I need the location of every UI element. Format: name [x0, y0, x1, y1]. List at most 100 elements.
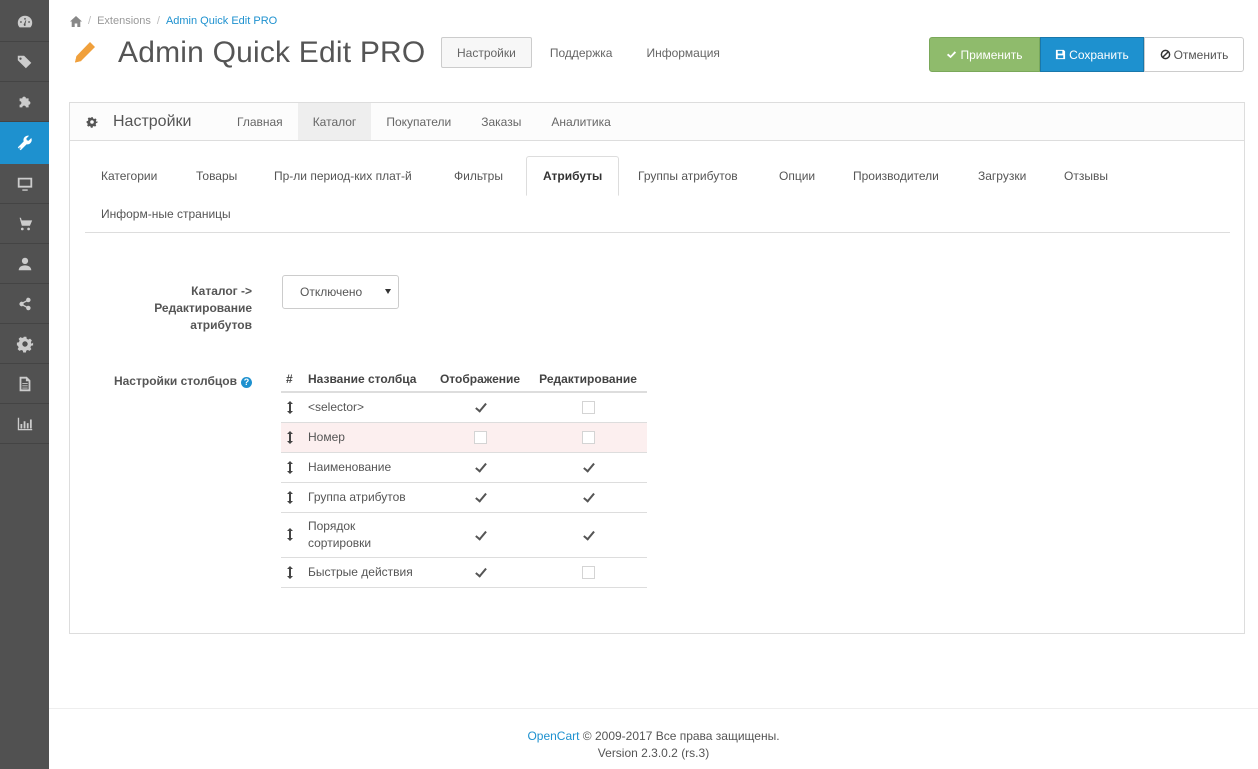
- subtab-information-pages[interactable]: Информ-ные страницы: [85, 194, 247, 233]
- subtab-filters[interactable]: Фильтры: [438, 156, 519, 195]
- arrows-v-icon: [287, 490, 293, 504]
- display-cell: [431, 557, 529, 588]
- breadcrumb-extensions[interactable]: Extensions: [97, 15, 151, 27]
- edit-checkbox[interactable]: [581, 431, 595, 445]
- display-cell: [431, 392, 529, 423]
- table-row: Номер: [281, 422, 647, 453]
- edit-checkbox[interactable]: [581, 461, 595, 475]
- catalog-sub-tabs: Категории Товары Пр-ли период-ких плат-й…: [85, 156, 1230, 233]
- user-icon: [18, 257, 31, 270]
- sidebar-item-sales[interactable]: [0, 204, 49, 244]
- tab-orders[interactable]: Заказы: [466, 103, 536, 140]
- page-title: Admin Quick Edit PRO: [118, 36, 426, 69]
- arrows-v-icon: [287, 565, 293, 579]
- wrench-icon: [17, 135, 32, 150]
- table-header-row: # Название столбца Отображение Редактиро…: [281, 366, 647, 393]
- subtab-recurring[interactable]: Пр-ли период-ких плат-й: [258, 156, 428, 195]
- check-icon: [947, 51, 957, 59]
- column-name: Номер: [303, 422, 431, 453]
- subtab-products[interactable]: Товары: [180, 156, 253, 195]
- opencart-link[interactable]: OpenCart: [527, 729, 579, 743]
- apply-button-label: Применить: [960, 47, 1023, 62]
- drag-handle[interactable]: [281, 422, 303, 453]
- share-icon: [18, 297, 31, 310]
- sidebar-item-customers[interactable]: [0, 244, 49, 284]
- sidebar-item-catalog[interactable]: [0, 42, 49, 82]
- settings-panel: Настройки Главная Каталог Покупатели Зак…: [69, 102, 1245, 634]
- column-header-index: #: [281, 366, 303, 393]
- subtab-attribute-groups[interactable]: Группы атрибутов: [622, 156, 754, 195]
- subtab-attributes[interactable]: Атрибуты: [526, 156, 620, 196]
- drag-handle[interactable]: [281, 392, 303, 423]
- display-checkbox[interactable]: [473, 401, 487, 415]
- dashboard-icon: [17, 15, 32, 27]
- drag-handle[interactable]: [281, 452, 303, 483]
- caret-down-icon: [385, 289, 391, 294]
- sidebar-item-extensions[interactable]: [0, 82, 49, 122]
- attribute-edit-label: Каталог -> Редактирование атрибутов: [110, 283, 252, 334]
- edit-checkbox[interactable]: [581, 528, 595, 542]
- save-button[interactable]: Сохранить: [1040, 37, 1144, 72]
- subtab-reviews[interactable]: Отзывы: [1048, 156, 1124, 195]
- attribute-edit-value: Отключено: [300, 285, 363, 299]
- sidebar-item-reports[interactable]: [0, 404, 49, 444]
- display-checkbox[interactable]: [473, 461, 487, 475]
- sidebar-item-maintenance[interactable]: [0, 364, 49, 404]
- attribute-edit-select[interactable]: Отключено: [282, 275, 399, 309]
- display-checkbox[interactable]: [473, 566, 487, 580]
- tab-main[interactable]: Главная: [222, 103, 298, 140]
- drag-handle[interactable]: [281, 512, 303, 558]
- tab-analytics[interactable]: Аналитика: [536, 103, 625, 140]
- columns-table: # Название столбца Отображение Редактиро…: [281, 366, 647, 588]
- save-button-label: Сохранить: [1069, 47, 1129, 62]
- tab-information[interactable]: Информация: [630, 37, 735, 68]
- tab-support[interactable]: Поддержка: [534, 37, 629, 68]
- breadcrumb-current[interactable]: Admin Quick Edit PRO: [166, 15, 277, 27]
- sidebar-item-marketing[interactable]: [0, 284, 49, 324]
- column-name: <selector>: [303, 392, 431, 423]
- edit-checkbox[interactable]: [581, 491, 595, 505]
- home-icon[interactable]: [70, 15, 82, 27]
- subtab-options[interactable]: Опции: [763, 156, 831, 195]
- sidebar-item-design[interactable]: [0, 122, 49, 164]
- sidebar-item-system[interactable]: [0, 164, 49, 204]
- breadcrumb-separator: /: [88, 15, 92, 27]
- table-row: Группа атрибутов: [281, 482, 647, 513]
- cancel-button-label: Отменить: [1173, 47, 1229, 62]
- columns-settings-label: Настройки столбцов?: [90, 373, 252, 390]
- sidebar-item-dashboard[interactable]: [0, 2, 49, 42]
- edit-checkbox[interactable]: [581, 401, 595, 415]
- display-checkbox[interactable]: [473, 528, 487, 542]
- tab-catalog[interactable]: Каталог: [297, 103, 372, 140]
- breadcrumb-separator: /: [156, 15, 160, 27]
- edit-cell: [529, 452, 647, 483]
- edit-cell: [529, 422, 647, 453]
- apply-button[interactable]: Применить: [929, 37, 1040, 72]
- cart-icon: [16, 217, 32, 230]
- arrows-v-icon: [287, 430, 293, 444]
- drag-handle[interactable]: [281, 482, 303, 513]
- drag-handle[interactable]: [281, 557, 303, 588]
- question-circle-icon[interactable]: ?: [241, 377, 252, 388]
- display-cell: [431, 422, 529, 453]
- attribute-edit-label-line: атрибутов: [190, 318, 252, 332]
- subtab-categories[interactable]: Категории: [85, 156, 173, 195]
- table-row: <selector>: [281, 392, 647, 423]
- tab-settings[interactable]: Настройки: [441, 37, 532, 68]
- display-checkbox[interactable]: [473, 431, 487, 445]
- edit-cell: [529, 482, 647, 513]
- column-name: Быстрые действия: [303, 557, 431, 588]
- display-checkbox[interactable]: [473, 491, 487, 505]
- column-name: Группа атрибутов: [303, 482, 431, 513]
- subtab-manufacturers[interactable]: Производители: [837, 156, 955, 195]
- sidebar-item-settings[interactable]: [0, 324, 49, 364]
- table-row: Быстрые действия: [281, 557, 647, 588]
- cancel-button[interactable]: Отменить: [1144, 37, 1244, 72]
- main-tabs: Главная Каталог Покупатели Заказы Аналит…: [222, 103, 626, 140]
- tab-customers[interactable]: Покупатели: [371, 103, 466, 140]
- cog-icon: [16, 336, 33, 353]
- panel-title: Настройки: [113, 113, 192, 130]
- attribute-edit-label-line: Редактирование: [154, 301, 252, 315]
- subtab-downloads[interactable]: Загрузки: [962, 156, 1042, 195]
- edit-checkbox[interactable]: [581, 566, 595, 580]
